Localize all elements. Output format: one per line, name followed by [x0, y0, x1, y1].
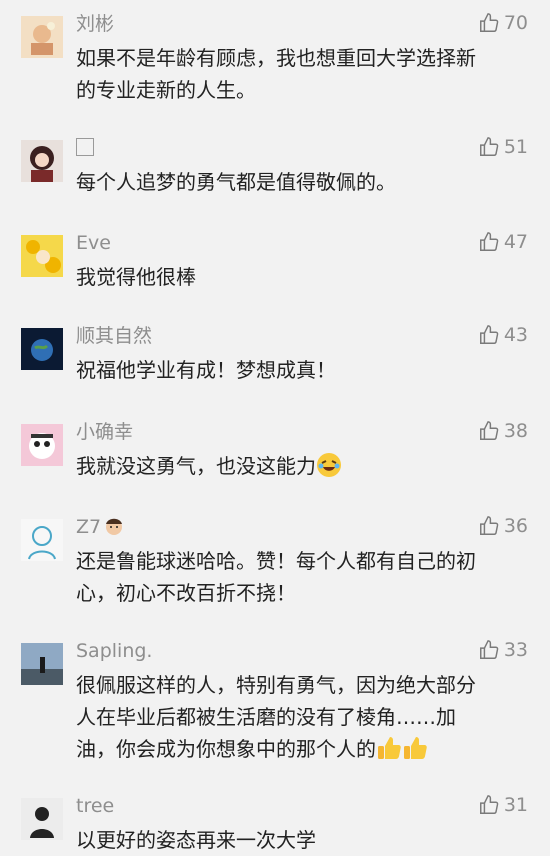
like-button[interactable]: 38: [478, 420, 528, 442]
comment-text: 很佩服这样的人，特别有勇气，因为绝大部分 人在毕业后都被生活磨的没有了棱角……加…: [76, 669, 530, 765]
avatar[interactable]: [21, 424, 63, 466]
thumbs-up-icon: [479, 13, 499, 32]
like-button[interactable]: 36: [478, 515, 528, 537]
square-icon: [76, 138, 94, 156]
avatar[interactable]: [21, 140, 63, 182]
commenter-name[interactable]: tree: [76, 794, 114, 818]
like-count: 38: [503, 420, 528, 442]
like-count: 33: [503, 639, 528, 661]
comment-line: 的专业走新的人生。: [76, 78, 256, 102]
thumbs-up-icon: [479, 137, 499, 156]
comment-text: 还是鲁能球迷哈哈。赞！每个人都有自己的初 心，初心不改百折不挠！: [76, 545, 530, 609]
comment-line: 心，初心不改百折不挠！: [76, 581, 296, 605]
like-count: 31: [503, 794, 528, 816]
comment-line: 每个人追梦的勇气都是值得敬佩的。: [76, 170, 396, 194]
commenter-name[interactable]: [76, 136, 94, 160]
thumbs-up-icon: [479, 232, 499, 251]
comment-line: 很佩服这样的人，特别有勇气，因为绝大部分: [76, 673, 476, 697]
commenter-name[interactable]: Eve: [76, 231, 111, 255]
comment-line: 祝福他学业有成！梦想成真！: [76, 358, 336, 382]
thumbs-up-icon: [479, 421, 499, 440]
like-button[interactable]: 70: [478, 12, 528, 34]
thumbs-up-emoji-icon: [402, 735, 428, 761]
comment-line: 还是鲁能球迷哈哈。赞！每个人都有自己的初: [76, 549, 476, 573]
man-face-emoji-icon: [103, 515, 125, 537]
commenter-name[interactable]: 刘彬: [76, 12, 114, 36]
comment-line: 我就没这勇气，也没这能力: [76, 450, 530, 482]
comment-line: 油，你会成为你想象中的那个人的: [76, 733, 530, 765]
comment-line: 以更好的姿态再来一次大学: [76, 828, 316, 852]
comment-text: 以更好的姿态再来一次大学: [76, 824, 530, 856]
thumbs-up-icon: [479, 640, 499, 659]
commenter-name[interactable]: Z7: [76, 515, 125, 539]
like-count: 47: [503, 231, 528, 253]
like-count: 51: [503, 136, 528, 158]
commenter-name[interactable]: 小确幸: [76, 420, 133, 444]
like-button[interactable]: 51: [478, 136, 528, 158]
avatar[interactable]: [21, 519, 63, 561]
commenter-name[interactable]: 顺其自然: [76, 324, 152, 348]
comment-text: 我就没这勇气，也没这能力: [76, 450, 530, 482]
avatar[interactable]: [21, 328, 63, 370]
thumbs-up-icon: [479, 325, 499, 344]
like-count: 36: [503, 515, 528, 537]
like-button[interactable]: 47: [478, 231, 528, 253]
thumbs-up-icon: [479, 795, 499, 814]
comment-list: 刘彬 70 如果不是年龄有顾虑，我也想重回大学选择新 的专业走新的人生。 51 …: [0, 0, 550, 854]
thumbs-up-icon: [479, 516, 499, 535]
like-count: 43: [503, 324, 528, 346]
comment-text: 我觉得他很棒: [76, 261, 530, 293]
comment-line: 如果不是年龄有顾虑，我也想重回大学选择新: [76, 46, 476, 70]
laughing-crying-emoji-icon: [316, 452, 342, 478]
comment-text: 每个人追梦的勇气都是值得敬佩的。: [76, 166, 530, 198]
avatar[interactable]: [21, 16, 63, 58]
like-button[interactable]: 43: [478, 324, 528, 346]
like-count: 70: [503, 12, 528, 34]
avatar[interactable]: [21, 798, 63, 840]
like-button[interactable]: 33: [478, 639, 528, 661]
thumbs-up-emoji-icon: [376, 735, 402, 761]
avatar[interactable]: [21, 235, 63, 277]
like-button[interactable]: 31: [478, 794, 528, 816]
comment-line: 人在毕业后都被生活磨的没有了棱角……加: [76, 705, 456, 729]
commenter-name[interactable]: Sapling.: [76, 639, 152, 663]
comment-text: 祝福他学业有成！梦想成真！: [76, 354, 530, 386]
comment-text: 如果不是年龄有顾虑，我也想重回大学选择新 的专业走新的人生。: [76, 42, 530, 106]
comment-line: 我觉得他很棒: [76, 265, 196, 289]
avatar[interactable]: [21, 643, 63, 685]
